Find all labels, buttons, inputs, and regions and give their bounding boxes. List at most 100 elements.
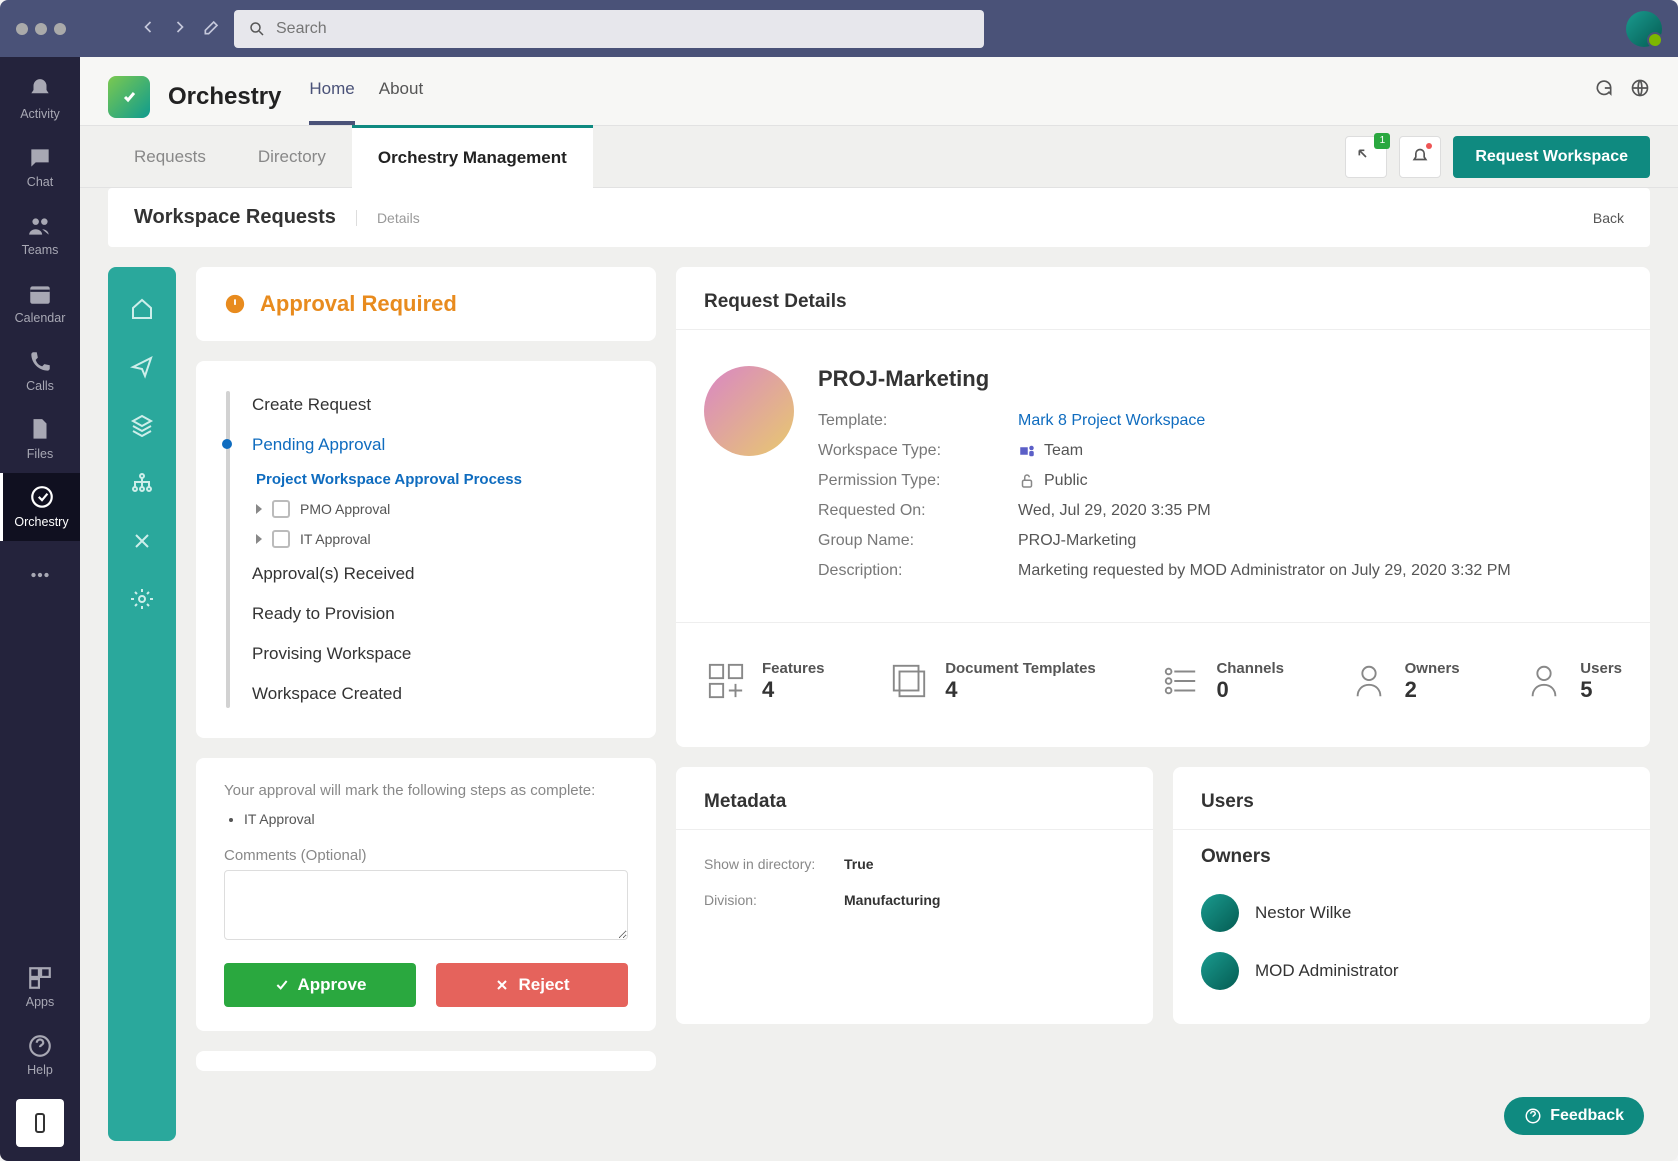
- tab-requests[interactable]: Requests: [108, 127, 232, 187]
- rail-calendar[interactable]: Calendar: [0, 269, 80, 337]
- meta-row: Division:Manufacturing: [704, 882, 1125, 918]
- metadata-card: Metadata Show in directory:TrueDivision:…: [676, 767, 1153, 1024]
- rail-device[interactable]: [16, 1099, 64, 1147]
- stat-icon: [887, 659, 931, 703]
- forward-icon[interactable]: [170, 17, 190, 40]
- notification-dot: [1426, 143, 1432, 149]
- back-icon[interactable]: [138, 17, 158, 40]
- tab-orchestry-management[interactable]: Orchestry Management: [352, 125, 593, 188]
- timeline-step[interactable]: Provising Workspace: [236, 634, 628, 674]
- detail-row: Permission Type:Public: [818, 466, 1622, 496]
- stat-item: Document Templates4: [887, 659, 1096, 703]
- detail-row: Template:Mark 8 Project Workspace: [818, 406, 1622, 436]
- checklist-item[interactable]: IT Approval: [256, 524, 628, 554]
- users-title: Users: [1201, 791, 1622, 813]
- warning-icon: [224, 293, 246, 315]
- window-controls[interactable]: [16, 23, 66, 35]
- checkbox[interactable]: [272, 500, 290, 518]
- chevron-right-icon: [256, 534, 262, 544]
- rail-activity[interactable]: Activity: [0, 65, 80, 133]
- request-workspace-button[interactable]: Request Workspace: [1453, 136, 1650, 178]
- request-details-title: Request Details: [704, 291, 1622, 313]
- comments-input[interactable]: [224, 870, 628, 940]
- approval-banner-card: Approval Required: [196, 267, 656, 341]
- users-card: Users Owners Nestor WilkeMOD Administrat…: [1173, 767, 1650, 1024]
- user-avatar[interactable]: [1626, 11, 1662, 47]
- metadata-title: Metadata: [704, 791, 1125, 813]
- nav-home[interactable]: Home: [309, 69, 354, 125]
- selector-badge: 1: [1374, 133, 1390, 149]
- stat-icon: [1347, 659, 1391, 703]
- compose-icon[interactable]: [202, 17, 222, 40]
- rail-chat[interactable]: Chat: [0, 133, 80, 201]
- rail-calls[interactable]: Calls: [0, 337, 80, 405]
- approval-note: Your approval will mark the following st…: [224, 782, 628, 799]
- stat-item: Channels0: [1158, 659, 1284, 703]
- side-nav-org-icon[interactable]: [128, 469, 156, 497]
- meta-row: Show in directory:True: [704, 846, 1125, 882]
- owners-title: Owners: [1201, 846, 1622, 868]
- globe-icon[interactable]: [1630, 78, 1650, 101]
- rail-orchestry[interactable]: Orchestry: [0, 473, 80, 541]
- stat-icon: [1522, 659, 1566, 703]
- timeline-sub-title: Project Workspace Approval Process: [256, 465, 628, 494]
- detail-row: Requested On:Wed, Jul 29, 2020 3:35 PM: [818, 496, 1622, 526]
- rail-teams[interactable]: Teams: [0, 201, 80, 269]
- rail-help[interactable]: Help: [0, 1021, 80, 1089]
- nav-about[interactable]: About: [379, 69, 423, 125]
- side-nav-settings-icon[interactable]: [128, 585, 156, 613]
- rail-files[interactable]: Files: [0, 405, 80, 473]
- titlebar: [0, 0, 1678, 57]
- stat-item: Users5: [1522, 659, 1622, 703]
- app-title: Orchestry: [168, 83, 281, 111]
- back-link[interactable]: Back: [1593, 210, 1624, 226]
- timeline-card: Create Request Pending Approval Project …: [196, 361, 656, 738]
- checkbox[interactable]: [272, 530, 290, 548]
- notifications-button[interactable]: [1399, 136, 1441, 178]
- timeline-step[interactable]: Create Request: [236, 385, 628, 425]
- side-nav-tools-icon[interactable]: [128, 527, 156, 555]
- side-nav-send-icon[interactable]: [128, 353, 156, 381]
- stat-icon: [1158, 659, 1202, 703]
- workspace-image: [704, 366, 794, 456]
- request-details-card: Request Details PROJ-Marketing Template:…: [676, 267, 1650, 747]
- refresh-icon[interactable]: [1594, 78, 1614, 101]
- timeline-step[interactable]: Approval(s) Received: [236, 554, 628, 594]
- reject-button[interactable]: Reject: [436, 963, 628, 1007]
- timeline-step[interactable]: Workspace Created: [236, 674, 628, 714]
- approve-button[interactable]: Approve: [224, 963, 416, 1007]
- app-header: Orchestry Home About: [80, 57, 1678, 126]
- rail-apps[interactable]: Apps: [0, 953, 80, 1021]
- side-nav: [108, 267, 176, 1141]
- approval-action-card: Your approval will mark the following st…: [196, 758, 656, 1031]
- app-rail: Activity Chat Teams Calendar Calls Files…: [0, 57, 80, 1161]
- rail-more[interactable]: [0, 541, 80, 609]
- feedback-button[interactable]: Feedback: [1504, 1097, 1644, 1135]
- side-nav-home-icon[interactable]: [128, 295, 156, 323]
- approval-step: IT Approval: [244, 811, 628, 827]
- timeline-step[interactable]: Pending Approval: [236, 425, 628, 465]
- chevron-right-icon: [256, 504, 262, 514]
- workspace-name: PROJ-Marketing: [818, 366, 1622, 392]
- detail-row: Group Name:PROJ-Marketing: [818, 526, 1622, 556]
- page-subheader: Workspace Requests Details Back: [108, 188, 1650, 247]
- avatar: [1201, 952, 1239, 990]
- tab-directory[interactable]: Directory: [232, 127, 352, 187]
- stat-item: Features4: [704, 659, 825, 703]
- subheader-sub: Details: [356, 210, 420, 226]
- search-box[interactable]: [234, 10, 984, 48]
- comments-label: Comments (Optional): [224, 847, 628, 864]
- app-logo: [108, 76, 150, 118]
- avatar: [1201, 894, 1239, 932]
- user-row[interactable]: Nestor Wilke: [1201, 884, 1622, 942]
- checklist-item[interactable]: PMO Approval: [256, 494, 628, 524]
- timeline-step[interactable]: Ready to Provision: [236, 594, 628, 634]
- sub-tabs: Requests Directory Orchestry Management …: [80, 126, 1678, 188]
- search-input[interactable]: [276, 20, 970, 38]
- approval-banner-text: Approval Required: [260, 291, 457, 317]
- stat-icon: [704, 659, 748, 703]
- subheader-main: Workspace Requests: [134, 206, 336, 229]
- user-row[interactable]: MOD Administrator: [1201, 942, 1622, 1000]
- side-nav-layers-icon[interactable]: [128, 411, 156, 439]
- selector-button[interactable]: 1: [1345, 136, 1387, 178]
